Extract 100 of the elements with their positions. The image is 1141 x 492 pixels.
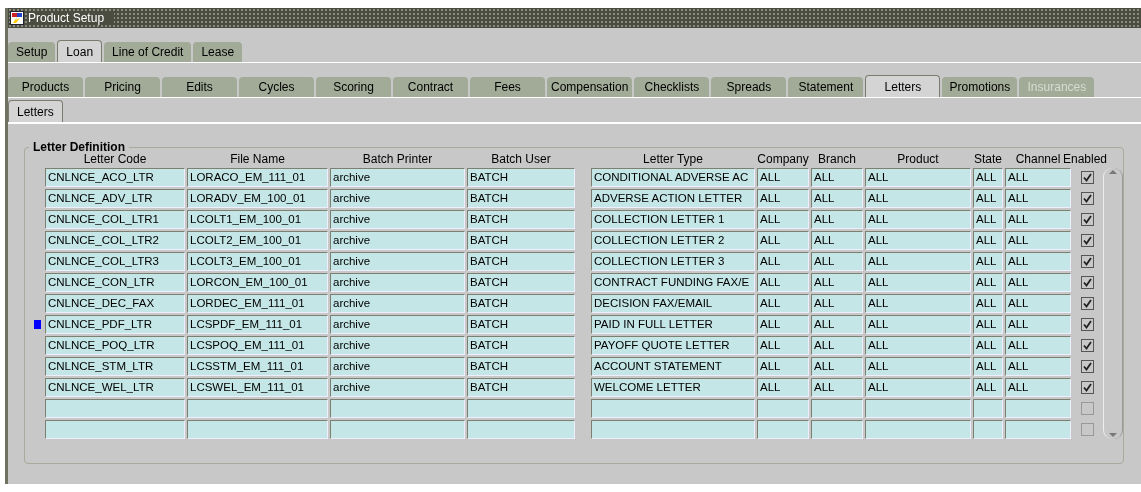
text-field[interactable]: DECISION FAX/EMAIL [591,294,755,313]
text-field[interactable]: ALL [1005,336,1071,355]
text-field[interactable]: ALL [757,189,809,208]
text-field[interactable]: BATCH [467,315,575,334]
text-field[interactable]: ALL [1005,294,1071,313]
text-field[interactable] [330,420,465,439]
text-field[interactable]: ALL [973,168,1003,187]
tab[interactable]: Pricing [85,77,160,97]
tab[interactable]: Compensation [547,77,633,97]
text-field[interactable]: COLLECTION LETTER 1 [591,210,755,229]
text-field[interactable]: LCSPOQ_EM_111_01 [187,336,328,355]
text-field[interactable]: ALL [1005,231,1071,250]
text-field[interactable]: LORACO_EM_111_01 [187,168,328,187]
text-field[interactable] [811,420,863,439]
text-field[interactable]: archive [330,294,465,313]
checkbox[interactable] [1080,318,1094,331]
text-field[interactable]: ALL [1005,357,1071,376]
text-field[interactable]: ALL [757,357,809,376]
text-field[interactable]: LORDEC_EM_111_01 [187,294,328,313]
text-field[interactable]: LCSSTM_EM_111_01 [187,357,328,376]
text-field[interactable]: LORADV_EM_100_01 [187,189,328,208]
text-field[interactable]: archive [330,168,465,187]
text-field[interactable]: ALL [973,210,1003,229]
text-field[interactable]: ALL [865,189,971,208]
text-field[interactable]: ALL [865,315,971,334]
text-field[interactable]: ALL [865,336,971,355]
text-field[interactable]: ALL [865,252,971,271]
checkbox[interactable] [1080,423,1094,436]
text-field[interactable]: BATCH [467,168,575,187]
tab[interactable]: Spreads [711,77,787,97]
text-field[interactable]: ALL [811,189,863,208]
text-field[interactable]: ALL [865,294,971,313]
text-field[interactable]: ALL [811,231,863,250]
text-field[interactable]: BATCH [467,378,575,397]
text-field[interactable]: CNLNCE_PDF_LTR [45,315,185,334]
text-field[interactable]: CNLNCE_ACO_LTR [45,168,185,187]
text-field[interactable]: ALL [973,315,1003,334]
text-field[interactable]: LCSPDF_EM_111_01 [187,315,328,334]
text-field[interactable]: archive [330,252,465,271]
text-field[interactable]: CNLNCE_STM_LTR [45,357,185,376]
text-field[interactable]: CNLNCE_WEL_LTR [45,378,185,397]
text-field[interactable]: LCSWEL_EM_111_01 [187,378,328,397]
text-field[interactable]: CNLNCE_ADV_LTR [45,189,185,208]
text-field[interactable]: ALL [757,294,809,313]
text-field[interactable]: CONTRACT FUNDING FAX/E [591,273,755,292]
text-field[interactable]: CNLNCE_COL_LTR3 [45,252,185,271]
text-field[interactable]: ALL [811,210,863,229]
text-field[interactable]: archive [330,231,465,250]
tab[interactable]: Loan [57,40,103,62]
checkbox[interactable] [1080,297,1094,310]
text-field[interactable] [591,420,755,439]
text-field[interactable] [1005,399,1071,418]
text-field[interactable]: BATCH [467,252,575,271]
text-field[interactable]: ALL [973,294,1003,313]
tab[interactable]: Products [8,77,83,97]
text-field[interactable]: LORCON_EM_100_01 [187,273,328,292]
tab[interactable]: Fees [470,77,545,97]
text-field[interactable] [591,399,755,418]
tab[interactable]: Cycles [239,77,314,97]
text-field[interactable]: BATCH [467,231,575,250]
tab[interactable]: Letters [865,75,941,97]
text-field[interactable] [45,399,185,418]
text-field[interactable]: BATCH [467,189,575,208]
text-field[interactable]: ALL [973,273,1003,292]
text-field[interactable]: ALL [811,252,863,271]
text-field[interactable]: archive [330,357,465,376]
checkbox[interactable] [1080,234,1094,247]
tab[interactable]: Lease [193,42,243,62]
tab[interactable]: Scoring [316,77,391,97]
checkbox[interactable] [1080,381,1094,394]
text-field[interactable]: ALL [973,378,1003,397]
text-field[interactable] [757,399,809,418]
text-field[interactable]: CNLNCE_CON_LTR [45,273,185,292]
scrollbar[interactable] [1103,168,1123,439]
tab[interactable]: Letters [8,100,63,122]
text-field[interactable] [330,399,465,418]
text-field[interactable]: ALL [865,168,971,187]
text-field[interactable]: ALL [811,378,863,397]
text-field[interactable]: ALL [1005,252,1071,271]
text-field[interactable]: ALL [1005,189,1071,208]
text-field[interactable]: ALL [757,231,809,250]
text-field[interactable]: ADVERSE ACTION LETTER [591,189,755,208]
tab[interactable]: Setup [8,42,56,62]
text-field[interactable]: ALL [1005,168,1071,187]
text-field[interactable]: archive [330,210,465,229]
text-field[interactable]: ALL [973,357,1003,376]
checkbox[interactable] [1080,360,1094,373]
text-field[interactable] [973,420,1003,439]
text-field[interactable]: ALL [973,252,1003,271]
text-field[interactable]: ALL [811,315,863,334]
text-field[interactable]: archive [330,315,465,334]
text-field[interactable]: LCOLT3_EM_100_01 [187,252,328,271]
text-field[interactable] [187,420,328,439]
text-field[interactable] [1005,420,1071,439]
tab[interactable]: Promotions [942,77,1018,97]
tab[interactable]: Edits [162,77,237,97]
text-field[interactable]: ALL [757,168,809,187]
checkbox[interactable] [1080,171,1094,184]
text-field[interactable]: ALL [865,231,971,250]
text-field[interactable]: ALL [865,273,971,292]
